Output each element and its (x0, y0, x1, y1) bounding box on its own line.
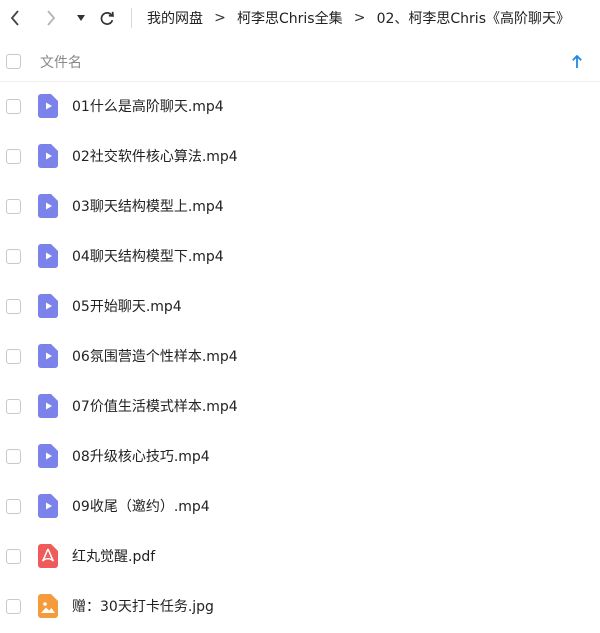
toolbar-divider (131, 8, 132, 28)
file-name[interactable]: 09收尾（邀约）.mp4 (72, 496, 210, 516)
video-file-icon (38, 494, 58, 518)
video-file-icon (38, 344, 58, 368)
video-file-icon (38, 244, 58, 268)
file-name[interactable]: 02社交软件核心算法.mp4 (72, 146, 238, 166)
chevron-left-icon (10, 10, 20, 26)
file-row-checkbox[interactable] (6, 549, 21, 564)
video-file-icon (38, 94, 58, 118)
file-name[interactable]: 05开始聊天.mp4 (72, 296, 182, 316)
file-row-checkbox[interactable] (6, 399, 21, 414)
file-row-checkbox[interactable] (6, 249, 21, 264)
file-name[interactable]: 04聊天结构模型下.mp4 (72, 246, 224, 266)
file-name[interactable]: 08升级核心技巧.mp4 (72, 446, 210, 466)
refresh-button[interactable] (98, 8, 116, 28)
back-button[interactable] (8, 8, 22, 28)
file-row[interactable]: 09收尾（邀约）.mp4 (0, 482, 600, 532)
file-row-checkbox[interactable] (6, 199, 21, 214)
file-row[interactable]: 赠：30天打卡任务.jpg (0, 582, 600, 632)
breadcrumb-item-current[interactable]: 02、柯李思Chris《高阶聊天》 (377, 8, 570, 28)
video-file-icon (38, 394, 58, 418)
file-row-checkbox[interactable] (6, 599, 21, 614)
breadcrumb-item-root[interactable]: 我的网盘 (147, 8, 203, 28)
file-row[interactable]: 红丸觉醒.pdf (0, 532, 600, 582)
file-row-checkbox[interactable] (6, 149, 21, 164)
toolbar: 我的网盘 > 柯李思Chris全集 > 02、柯李思Chris《高阶聊天》 (0, 0, 600, 36)
file-row[interactable]: 08升级核心技巧.mp4 (0, 432, 600, 482)
file-row[interactable]: 02社交软件核心算法.mp4 (0, 132, 600, 182)
file-row[interactable]: 05开始聊天.mp4 (0, 282, 600, 332)
file-name[interactable]: 01什么是高阶聊天.mp4 (72, 96, 224, 116)
breadcrumb-separator: > (214, 10, 226, 26)
video-file-icon (38, 144, 58, 168)
breadcrumb-separator: > (353, 10, 366, 26)
file-name[interactable]: 07价值生活模式样本.mp4 (72, 396, 238, 416)
video-file-icon (38, 444, 58, 468)
breadcrumb-item-collection[interactable]: 柯李思Chris全集 (237, 8, 343, 28)
file-row-checkbox[interactable] (6, 99, 21, 114)
forward-button[interactable] (44, 8, 58, 28)
file-name[interactable]: 红丸觉醒.pdf (72, 546, 155, 566)
video-file-icon (38, 194, 58, 218)
chevron-right-icon (46, 10, 56, 26)
select-all-checkbox[interactable] (6, 54, 21, 69)
name-column-header[interactable]: 文件名 (40, 52, 82, 72)
file-row[interactable]: 07价值生活模式样本.mp4 (0, 382, 600, 432)
file-row-checkbox[interactable] (6, 449, 21, 464)
image-file-icon (38, 594, 58, 618)
file-name[interactable]: 03聊天结构模型上.mp4 (72, 196, 224, 216)
caret-down-icon (77, 15, 85, 21)
breadcrumb: 我的网盘 > 柯李思Chris全集 > 02、柯李思Chris《高阶聊天》 (147, 0, 570, 36)
file-name[interactable]: 06氛围营造个性样本.mp4 (72, 346, 238, 366)
file-row-checkbox[interactable] (6, 299, 21, 314)
history-dropdown-button[interactable] (75, 8, 87, 28)
file-row[interactable]: 03聊天结构模型上.mp4 (0, 182, 600, 232)
pdf-file-icon (38, 544, 58, 568)
refresh-icon (99, 10, 115, 26)
video-file-icon (38, 294, 58, 318)
arrow-up-icon[interactable] (571, 54, 583, 68)
file-row[interactable]: 06氛围营造个性样本.mp4 (0, 332, 600, 382)
file-row-checkbox[interactable] (6, 349, 21, 364)
file-name[interactable]: 赠：30天打卡任务.jpg (72, 596, 214, 616)
file-row[interactable]: 01什么是高阶聊天.mp4 (0, 82, 600, 132)
file-row-checkbox[interactable] (6, 499, 21, 514)
file-list-header: 文件名 (0, 42, 600, 82)
file-row[interactable]: 04聊天结构模型下.mp4 (0, 232, 600, 282)
